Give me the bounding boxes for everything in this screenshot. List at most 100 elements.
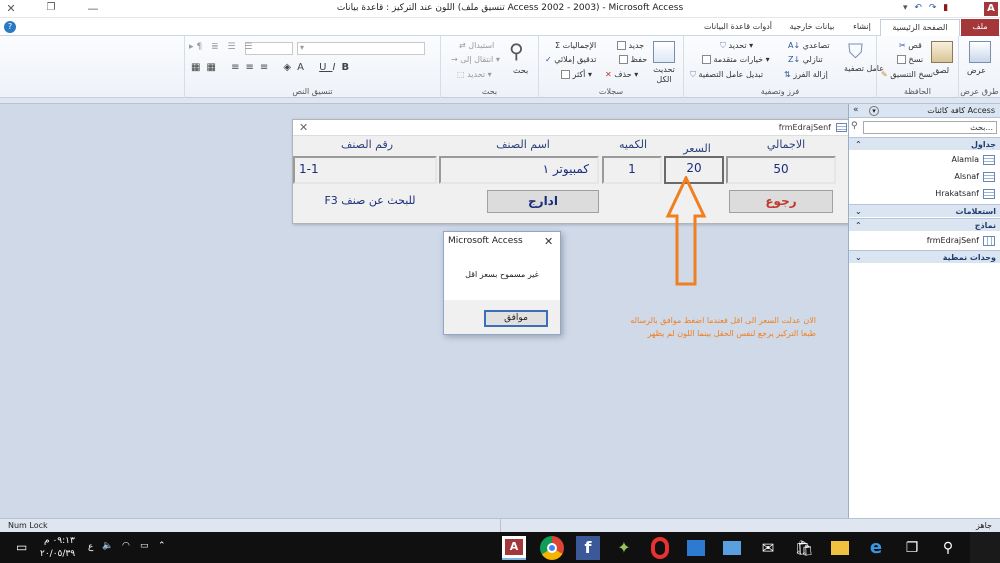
remove-sort-button[interactable]: إزالة الفرز ⇅ <box>784 70 828 79</box>
sigma-icon: Σ <box>555 41 561 50</box>
task-view-icon[interactable]: ❐ <box>900 536 924 560</box>
store-icon[interactable]: 🛍 <box>792 536 816 560</box>
opera-icon[interactable] <box>651 537 669 559</box>
selection-icon: ⛉ <box>720 41 726 50</box>
undo-icon[interactable]: ↶ <box>914 3 922 13</box>
folder-icon[interactable] <box>831 541 849 555</box>
item-code-field[interactable]: 1-1 <box>293 156 437 184</box>
font-name-dropdown[interactable]: ▾ <box>297 42 425 55</box>
delete-button[interactable]: ▾ حذف ✕ <box>605 70 638 79</box>
copy-icon <box>897 55 906 64</box>
start-button[interactable] <box>970 532 1000 563</box>
refresh-all-button[interactable]: تحديث الكل <box>651 65 677 85</box>
minimize-icon[interactable]: — <box>86 2 100 16</box>
view-icon[interactable] <box>969 41 991 63</box>
format-painter-button[interactable]: نسخ التنسيق ✎ <box>881 70 933 79</box>
photos-icon[interactable] <box>687 540 705 556</box>
app-window-icon[interactable] <box>723 541 741 555</box>
nav-section-queries[interactable]: ⌄ استعلامات <box>849 204 1000 217</box>
goto-button[interactable]: ▾ انتقال إلى → <box>451 55 500 64</box>
nav-item-hrakatsanf[interactable]: Hrakatsanf <box>849 185 1000 202</box>
find-button[interactable]: بحث <box>513 66 528 75</box>
tab-external-data[interactable]: بيانات خارجية <box>780 19 844 36</box>
bold-icon: B <box>341 62 356 73</box>
chevron-up-icon: ⌃ <box>855 221 862 230</box>
battery-icon[interactable]: ▭ <box>140 541 149 551</box>
advanced-button[interactable]: ▾ خيارات متقدمة <box>702 55 770 64</box>
nav-menu-icon[interactable]: ▾ <box>869 106 879 116</box>
help-icon[interactable]: ? <box>4 21 16 33</box>
filter-icon[interactable]: ⛉ <box>848 40 870 62</box>
chevron-up-icon[interactable]: ⌃ <box>158 541 166 551</box>
remove-sort-icon: ⇅ <box>784 70 791 79</box>
toggle-filter-button[interactable]: تبديل عامل التصفية ⛉ <box>690 70 763 80</box>
close-icon[interactable]: ✕ <box>544 235 553 248</box>
back-button[interactable]: رجوع <box>729 190 833 213</box>
sort-desc-icon: ↓Z <box>788 55 801 64</box>
search-icon[interactable]: ⚲ <box>936 536 960 560</box>
app-icon[interactable]: ✦ <box>612 536 636 560</box>
format-tools[interactable]: ▦▦ ≡≡≡ ◈A UIB <box>191 62 355 73</box>
tab-home[interactable]: الصفحة الرئيسية <box>880 19 960 36</box>
chrome-icon[interactable] <box>540 536 564 560</box>
nav-section-forms[interactable]: ⌃ نماذج <box>849 218 1000 231</box>
collapse-nav-icon[interactable]: « <box>853 105 859 115</box>
nav-search-input[interactable]: بحث... <box>863 121 997 134</box>
f3-search-hint: للبحث عن صنف F3 <box>324 194 416 207</box>
nav-item-alamla[interactable]: Alamla <box>849 151 1000 168</box>
new-record-button[interactable]: جديد <box>617 41 644 50</box>
tab-create[interactable]: إنشاء <box>846 19 878 36</box>
refresh-icon[interactable] <box>653 41 675 63</box>
save-icon[interactable]: ▮ <box>943 3 948 13</box>
ribbon: عرض طرق عرض لصق قص ✂ نسخ نسخ التنسيق ✎ ا… <box>0 36 1000 98</box>
language-indicator[interactable]: ع <box>88 542 93 552</box>
total-field[interactable]: 50 <box>726 156 836 184</box>
qat-toolbar: ▾ ↶ ↷ ▮ <box>903 3 948 13</box>
item-name-field[interactable]: كمبيوتر ١ <box>439 156 599 184</box>
clock-time[interactable]: ٠٩:١٣ م <box>44 536 75 546</box>
replace-button[interactable]: استبدال ⇄ <box>459 41 494 50</box>
selection-button[interactable]: ▾ تحديد ⛉ <box>720 41 753 51</box>
view-button[interactable]: عرض <box>967 66 986 75</box>
nav-item-alsnaf[interactable]: Alsnaf <box>849 168 1000 185</box>
form-icon <box>983 236 995 246</box>
totals-button[interactable]: الإجماليات Σ <box>555 41 596 50</box>
notification-icon[interactable]: ▭ <box>16 540 27 554</box>
wifi-icon[interactable]: ◠ <box>122 541 130 551</box>
mail-icon[interactable]: ✉ <box>756 536 780 560</box>
access-icon[interactable]: A <box>502 536 526 560</box>
ascending-button[interactable]: تصاعدي ↓A <box>788 41 830 50</box>
nav-section-tables[interactable]: ⌃ جداول <box>849 137 1000 150</box>
group-find-label: بحث <box>481 87 498 96</box>
nav-section-modules[interactable]: ⌄ وحدات نمطية <box>849 250 1000 263</box>
clock-date[interactable]: ٢٠/٠٥/٣٩ <box>40 549 75 559</box>
form-close-icon[interactable]: ✕ <box>299 121 308 134</box>
replace-icon: ⇄ <box>459 41 466 50</box>
facebook-icon[interactable]: f <box>576 536 600 560</box>
copy-button[interactable]: نسخ <box>897 55 923 64</box>
more-button[interactable]: ▾ أكثر <box>561 70 592 79</box>
volume-icon[interactable]: 🔈 <box>102 541 113 551</box>
insert-button[interactable]: ادارج <box>487 190 599 213</box>
binoculars-icon[interactable]: ⚲ <box>509 40 531 62</box>
cut-button[interactable]: قص ✂ <box>899 41 922 50</box>
save-record-button[interactable]: حفظ <box>619 55 647 64</box>
close-icon[interactable]: ✕ <box>4 2 18 16</box>
nav-item-frmedrajsenf[interactable]: frmEdrajSenf <box>849 232 1000 249</box>
restore-icon[interactable]: ❐ <box>44 2 58 16</box>
qty-field[interactable]: 1 <box>602 156 662 184</box>
edge-icon[interactable]: e <box>864 536 888 560</box>
tab-file[interactable]: ملف <box>961 19 999 36</box>
paste-button[interactable]: لصق <box>933 66 949 75</box>
paste-icon[interactable] <box>931 41 953 63</box>
spelling-button[interactable]: تدقيق إملائي ✓ <box>545 55 596 64</box>
select-button[interactable]: ▾ تحديد ⬚ <box>457 70 492 79</box>
redo-icon[interactable]: ↷ <box>929 3 937 13</box>
filter-button[interactable]: عامل تصفية <box>844 64 884 74</box>
ok-button[interactable]: موافق <box>484 310 548 327</box>
descending-button[interactable]: تنازلي ↓Z <box>788 55 823 64</box>
tab-database-tools[interactable]: أدوات قاعدة البيانات <box>698 19 778 36</box>
paragraph-tools[interactable]: ▸¶ ≣ ☰ ☰ <box>189 42 256 52</box>
customize-icon[interactable]: ▾ <box>903 3 908 13</box>
fill-color-icon: ◈ <box>283 62 298 73</box>
